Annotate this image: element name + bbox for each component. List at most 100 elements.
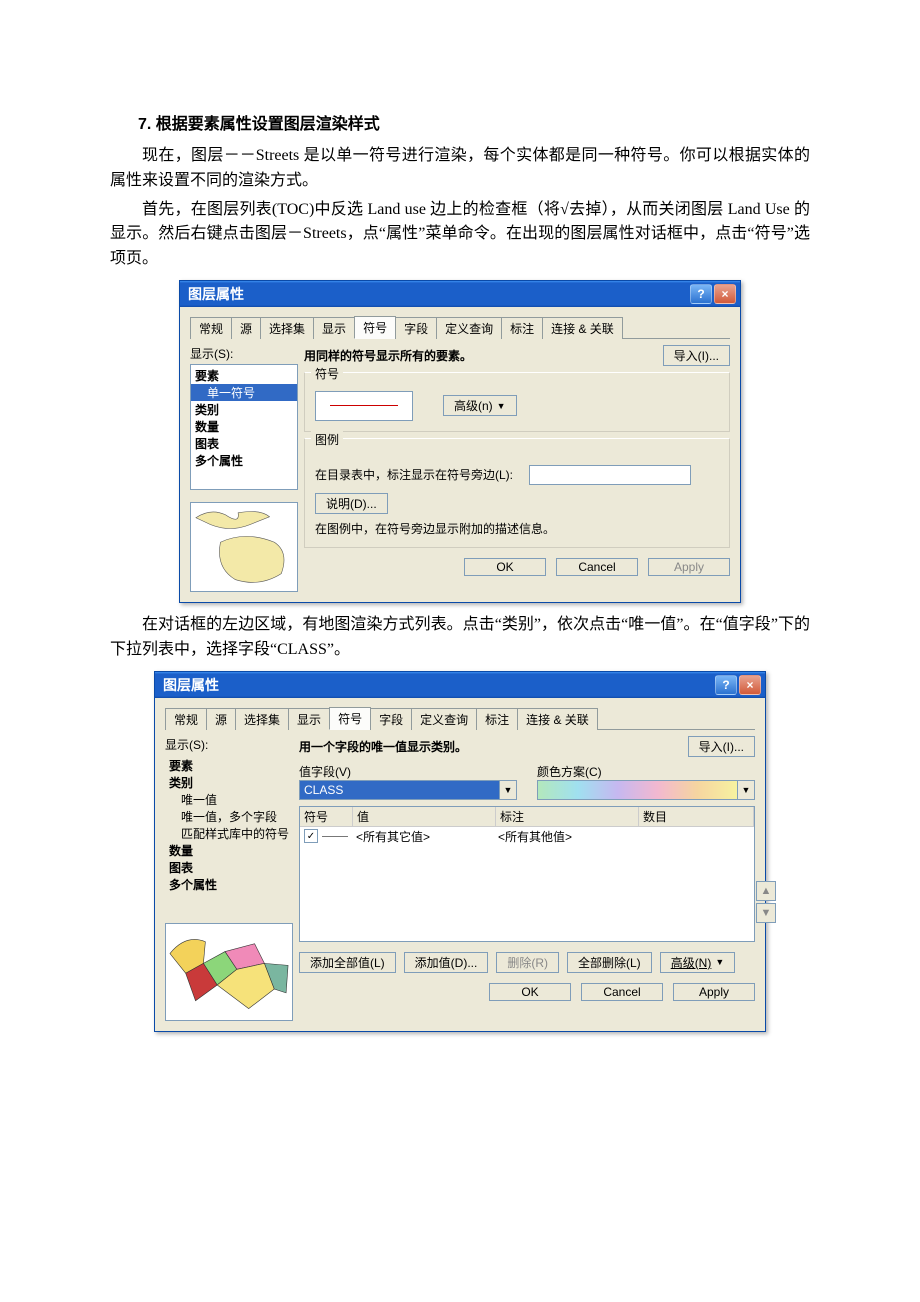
import-button[interactable]: 导入(I)...	[663, 345, 730, 366]
add-all-values-button[interactable]: 添加全部值(L)	[299, 952, 396, 973]
import-button[interactable]: 导入(I)...	[688, 736, 755, 757]
tab-6[interactable]: 定义查询	[436, 317, 502, 339]
renderer-item[interactable]: 数量	[165, 842, 293, 859]
cancel-button[interactable]: Cancel	[556, 558, 638, 576]
renderer-item[interactable]: 要素	[165, 757, 293, 774]
renderer-item[interactable]: 类别	[191, 401, 297, 418]
row-checkbox[interactable]: ✓	[304, 829, 318, 843]
col-header-label: 标注	[496, 807, 639, 827]
color-scheme-label: 颜色方案(C)	[537, 763, 755, 780]
tab-0[interactable]: 常规	[165, 708, 207, 730]
legend-note: 在图例中，在符号旁边显示附加的描述信息。	[315, 520, 719, 537]
tab-4[interactable]: 符号	[354, 316, 396, 339]
col-header-symbol: 符号	[300, 807, 353, 827]
apply-button[interactable]: Apply	[673, 983, 755, 1001]
help-button[interactable]: ?	[690, 284, 712, 304]
section-heading: 7. 根据要素属性设置图层渲染样式	[138, 110, 810, 134]
color-scheme-combo[interactable]: ▼	[537, 780, 755, 800]
chevron-down-icon: ▼	[497, 401, 506, 411]
map-preview	[165, 923, 293, 1021]
row-count	[636, 827, 754, 846]
show-label: 显示(S):	[165, 736, 293, 753]
color-gradient	[537, 780, 738, 800]
paragraph-1: 现在，图层－－Streets 是以单一符号进行渲染，每个实体都是同一种符号。你可…	[110, 144, 810, 194]
legend-group: 在目录表中，标注显示在符号旁边(L): 说明(D)... 在图例中，在符号旁边显…	[304, 438, 730, 548]
tab-5[interactable]: 字段	[395, 317, 437, 339]
renderer-item[interactable]: 图表	[191, 435, 297, 452]
col-header-value: 值	[353, 807, 496, 827]
renderer-item[interactable]: 要素	[191, 367, 297, 384]
move-up-button[interactable]: ▲	[756, 881, 776, 901]
renderer-item[interactable]: 多个属性	[165, 876, 293, 893]
renderer-item[interactable]: 多个属性	[191, 452, 297, 469]
advanced-button[interactable]: 高级(n)▼	[443, 395, 517, 416]
paragraph-2: 首先，在图层列表(TOC)中反选 Land use 边上的检查框（将√去掉），从…	[110, 198, 810, 272]
value-field-combo[interactable]: CLASS ▼	[299, 780, 517, 800]
titlebar: 图层属性 ? ×	[155, 672, 765, 698]
chevron-down-icon[interactable]: ▼	[738, 780, 755, 800]
cancel-button[interactable]: Cancel	[581, 983, 663, 1001]
row-symbol-swatch	[322, 836, 348, 837]
values-grid[interactable]: 符号 值 标注 数目 ✓ <所有其它值> <所有其他值>	[299, 806, 755, 942]
tab-1[interactable]: 源	[231, 317, 261, 339]
row-label: <所有其他值>	[494, 827, 636, 846]
dialog-title: 图层属性	[188, 284, 244, 304]
renderer-item[interactable]: 单一符号	[191, 384, 297, 401]
tab-6[interactable]: 定义查询	[411, 708, 477, 730]
value-field-value: CLASS	[299, 780, 500, 800]
tab-3[interactable]: 显示	[313, 317, 355, 339]
remove-button[interactable]: 删除(R)	[496, 952, 559, 973]
tab-4[interactable]: 符号	[329, 707, 371, 730]
tab-8[interactable]: 连接 & 关联	[517, 708, 598, 730]
renderer-item[interactable]: 匹配样式库中的符号	[165, 825, 293, 842]
renderer-description: 用同样的符号显示所有的要素。	[304, 347, 472, 364]
tab-1[interactable]: 源	[206, 708, 236, 730]
ok-button[interactable]: OK	[489, 983, 571, 1001]
tab-7[interactable]: 标注	[476, 708, 518, 730]
move-down-button[interactable]: ▼	[756, 903, 776, 923]
layer-properties-dialog-1: 图层属性 ? × 常规源选择集显示符号字段定义查询标注连接 & 关联 显示(S)…	[179, 280, 741, 603]
col-header-count: 数目	[639, 807, 754, 827]
tab-7[interactable]: 标注	[501, 317, 543, 339]
renderer-item[interactable]: 图表	[165, 859, 293, 876]
help-button[interactable]: ?	[715, 675, 737, 695]
titlebar: 图层属性 ? ×	[180, 281, 740, 307]
close-button[interactable]: ×	[714, 284, 736, 304]
map-preview	[190, 502, 298, 592]
tab-0[interactable]: 常规	[190, 317, 232, 339]
renderer-list[interactable]: 要素类别唯一值唯一值，多个字段匹配样式库中的符号数量图表多个属性	[165, 755, 293, 911]
symbol-swatch[interactable]	[315, 391, 413, 421]
legend-label-input[interactable]	[529, 465, 691, 485]
value-field-label: 值字段(V)	[299, 763, 517, 780]
description-button[interactable]: 说明(D)...	[315, 493, 388, 514]
grid-row-all-others[interactable]: ✓ <所有其它值> <所有其他值>	[300, 827, 754, 846]
tab-strip: 常规源选择集显示符号字段定义查询标注连接 & 关联	[165, 706, 755, 730]
renderer-item[interactable]: 唯一值	[165, 791, 293, 808]
show-label: 显示(S):	[190, 345, 298, 362]
ok-button[interactable]: OK	[464, 558, 546, 576]
renderer-item[interactable]: 数量	[191, 418, 297, 435]
layer-properties-dialog-2: 图层属性 ? × 常规源选择集显示符号字段定义查询标注连接 & 关联 显示(S)…	[154, 671, 766, 1032]
renderer-item[interactable]: 唯一值，多个字段	[165, 808, 293, 825]
legend-label-text: 在目录表中，标注显示在符号旁边(L):	[315, 466, 513, 483]
row-value: <所有其它值>	[352, 827, 494, 846]
tab-5[interactable]: 字段	[370, 708, 412, 730]
renderer-list[interactable]: 要素单一符号类别数量图表多个属性	[190, 364, 298, 490]
tab-2[interactable]: 选择集	[235, 708, 289, 730]
apply-button[interactable]: Apply	[648, 558, 730, 576]
renderer-item[interactable]: 类别	[165, 774, 293, 791]
paragraph-3: 在对话框的左边区域，有地图渲染方式列表。点击“类别”，依次点击“唯一值”。在“值…	[110, 613, 810, 663]
tab-2[interactable]: 选择集	[260, 317, 314, 339]
advanced-button[interactable]: 高级(N)▼	[660, 952, 736, 973]
tab-8[interactable]: 连接 & 关联	[542, 317, 623, 339]
remove-all-button[interactable]: 全部删除(L)	[567, 952, 652, 973]
tab-3[interactable]: 显示	[288, 708, 330, 730]
close-button[interactable]: ×	[739, 675, 761, 695]
chevron-down-icon[interactable]: ▼	[500, 780, 517, 800]
tab-strip: 常规源选择集显示符号字段定义查询标注连接 & 关联	[190, 315, 730, 339]
renderer-description: 用一个字段的唯一值显示类别。	[299, 738, 467, 755]
add-value-button[interactable]: 添加值(D)...	[404, 952, 489, 973]
chevron-down-icon: ▼	[715, 957, 724, 967]
dialog-title: 图层属性	[163, 675, 219, 695]
symbol-group: 高级(n)▼	[304, 372, 730, 432]
